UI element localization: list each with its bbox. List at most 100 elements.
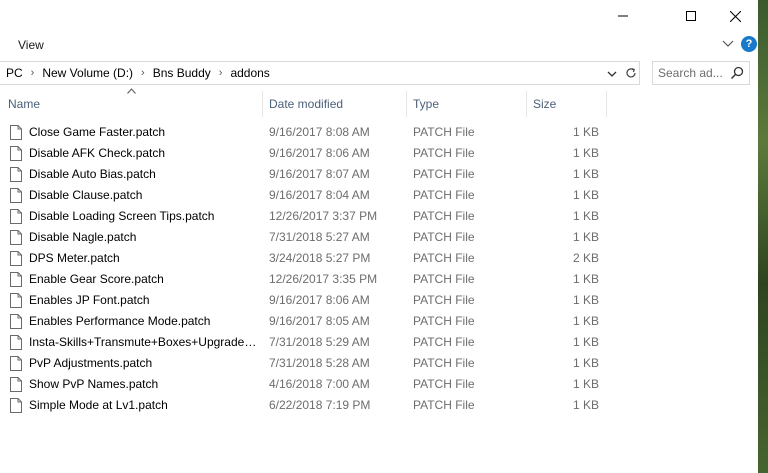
desktop-background [758,0,768,473]
file-row[interactable]: Show PvP Names.patch 4/16/2018 7:00 AM P… [0,374,607,395]
chevron-right-icon[interactable]: › [27,67,39,79]
file-size: 1 KB [572,125,599,139]
file-name: Disable Auto Bias.patch [29,167,156,181]
sort-ascending-icon [127,88,136,94]
file-row[interactable]: Disable Auto Bias.patch 9/16/2017 8:07 A… [0,164,607,185]
minimize-button[interactable] [600,0,646,32]
file-icon [10,146,22,161]
breadcrumb-item[interactable]: PC [2,66,27,80]
file-size: 1 KB [572,272,599,286]
file-icon [10,125,22,140]
file-type: PATCH File [413,230,475,244]
search-icon[interactable] [730,66,744,80]
close-icon [729,10,741,22]
file-size: 1 KB [572,377,599,391]
file-row[interactable]: DPS Meter.patch 3/24/2018 5:27 PM PATCH … [0,248,607,269]
file-explorer-window: View ? PC › New Volume (D:) › Bns Buddy … [0,0,758,473]
file-icon [10,314,22,329]
file-row[interactable]: Disable Nagle.patch 7/31/2018 5:27 AM PA… [0,227,607,248]
file-name: DPS Meter.patch [29,251,120,265]
file-row[interactable]: PvP Adjustments.patch 7/31/2018 5:28 AM … [0,353,607,374]
file-date-modified: 6/22/2018 7:19 PM [269,398,371,412]
file-name: Disable Nagle.patch [29,230,137,244]
file-type: PATCH File [413,251,475,265]
ribbon-tab-view[interactable]: View [10,36,52,54]
file-size: 1 KB [572,230,599,244]
file-name: Show PvP Names.patch [29,377,159,391]
file-name: Enable Gear Score.patch [29,272,164,286]
file-size: 1 KB [572,356,599,370]
file-size: 1 KB [572,209,599,223]
file-row[interactable]: Enables Performance Mode.patch 9/16/2017… [0,311,607,332]
file-row[interactable]: Disable Clause.patch 9/16/2017 8:04 AM P… [0,185,607,206]
file-icon [10,167,22,182]
file-icon [10,377,22,392]
breadcrumb-item[interactable]: New Volume (D:) [38,66,137,80]
file-row[interactable]: Enable Gear Score.patch 12/26/2017 3:35 … [0,269,607,290]
file-row[interactable]: Disable Loading Screen Tips.patch 12/26/… [0,206,607,227]
column-header-date[interactable]: Date modified [263,91,407,117]
file-date-modified: 3/24/2018 5:27 PM [269,251,371,265]
breadcrumb: PC › New Volume (D:) › Bns Buddy › addon… [2,62,274,84]
file-row[interactable]: Close Game Faster.patch 9/16/2017 8:08 A… [0,122,607,143]
file-size: 1 KB [572,146,599,160]
file-row[interactable]: Simple Mode at Lv1.patch 6/22/2018 7:19 … [0,395,607,416]
file-icon [10,209,22,224]
file-size: 1 KB [572,188,599,202]
file-name: Disable Clause.patch [29,188,143,202]
file-type: PATCH File [413,398,475,412]
file-icon [10,188,22,203]
column-header-type[interactable]: Type [407,91,527,117]
file-type: PATCH File [413,146,475,160]
file-date-modified: 4/16/2018 7:00 AM [269,377,370,391]
search-input[interactable] [658,62,728,84]
maximize-icon [686,11,696,21]
search-box[interactable] [652,61,750,85]
help-icon[interactable]: ? [741,36,757,52]
file-type: PATCH File [413,272,475,286]
file-name: Enables JP Font.patch [29,293,150,307]
address-dropdown-icon[interactable] [604,66,620,82]
file-size: 1 KB [572,314,599,328]
file-type: PATCH File [413,356,475,370]
column-header-size[interactable]: Size [527,91,607,117]
file-date-modified: 9/16/2017 8:08 AM [269,125,370,139]
file-icon [10,251,22,266]
address-bar[interactable]: PC › New Volume (D:) › Bns Buddy › addon… [0,61,623,85]
file-type: PATCH File [413,335,475,349]
file-row[interactable]: Insta-Skills+Transmute+Boxes+Upgrades...… [0,332,607,353]
refresh-button[interactable] [622,61,640,85]
file-type: PATCH File [413,293,475,307]
refresh-icon [625,68,636,78]
chevron-right-icon[interactable]: › [137,67,149,79]
file-name: Close Game Faster.patch [29,125,166,139]
ribbon-bar: View ? [0,32,758,56]
chevron-right-icon[interactable]: › [215,67,227,79]
file-size: 2 KB [572,251,599,265]
file-name: Disable AFK Check.patch [29,146,166,160]
file-name: Simple Mode at Lv1.patch [29,398,168,412]
file-type: PATCH File [413,377,475,391]
address-row: PC › New Volume (D:) › Bns Buddy › addon… [0,58,758,88]
close-button[interactable] [712,0,758,32]
breadcrumb-item[interactable]: addons [226,66,273,80]
column-header-name[interactable]: Name [0,88,263,117]
breadcrumb-item[interactable]: Bns Buddy [149,66,215,80]
chevron-down-icon[interactable] [720,37,736,51]
file-icon [10,272,22,287]
title-bar [0,0,758,32]
maximize-button[interactable] [668,0,714,32]
file-type: PATCH File [413,209,475,223]
file-row[interactable]: Enables JP Font.patch 9/16/2017 8:06 AM … [0,290,607,311]
column-header-label: Type [413,97,440,111]
file-row[interactable]: Disable AFK Check.patch 9/16/2017 8:06 A… [0,143,607,164]
file-icon [10,230,22,245]
file-name: Insta-Skills+Transmute+Boxes+Upgrades... [29,335,259,349]
file-date-modified: 9/16/2017 8:07 AM [269,167,370,181]
file-date-modified: 7/31/2018 5:29 AM [269,335,370,349]
file-size: 1 KB [572,293,599,307]
file-name: Disable Loading Screen Tips.patch [29,209,215,223]
file-type: PATCH File [413,125,475,139]
file-date-modified: 7/31/2018 5:27 AM [269,230,370,244]
file-date-modified: 9/16/2017 8:04 AM [269,188,370,202]
